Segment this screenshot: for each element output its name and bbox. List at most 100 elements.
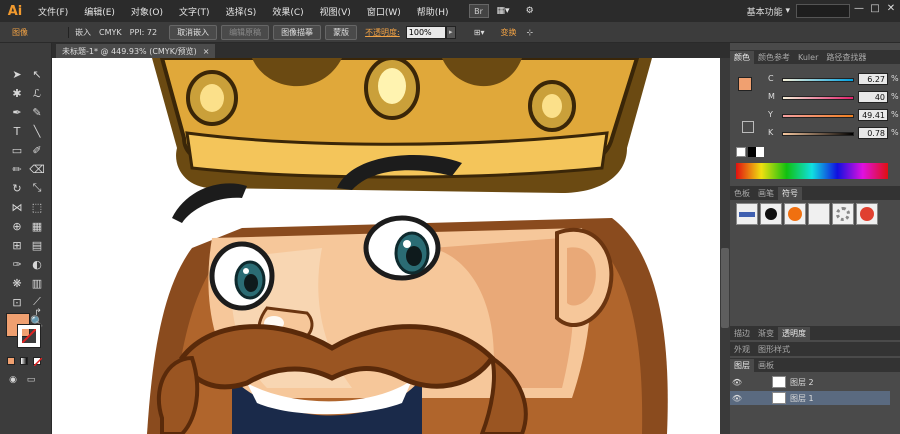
- layer-row[interactable]: 👁 图层 1: [730, 391, 890, 405]
- search-input[interactable]: [796, 4, 850, 18]
- eye-icon[interactable]: 👁: [730, 394, 744, 403]
- tab-swatches[interactable]: 色板: [730, 187, 754, 200]
- maximize-button[interactable]: □: [868, 2, 882, 16]
- none-color-button[interactable]: [736, 147, 746, 157]
- color-mode-button[interactable]: [7, 357, 15, 365]
- opacity-dropdown[interactable]: ▸: [445, 25, 456, 39]
- mesh-tool-icon[interactable]: ⊞: [8, 236, 26, 254]
- king-illustration[interactable]: [52, 58, 720, 434]
- symbol-sprayer-tool-icon[interactable]: ❋: [8, 274, 26, 292]
- tab-appearance[interactable]: 外观: [730, 343, 754, 356]
- tab-layers[interactable]: 图层: [730, 359, 754, 372]
- layer-row[interactable]: 👁 图层 2: [730, 375, 890, 389]
- menu-select[interactable]: 选择(S): [218, 0, 265, 22]
- menu-effect[interactable]: 效果(C): [264, 0, 311, 22]
- selection-tool-icon[interactable]: ➤: [8, 65, 26, 83]
- channel-c-slider[interactable]: [782, 78, 854, 82]
- image-trace-button[interactable]: 图像描摹: [273, 24, 322, 40]
- close-button[interactable]: ✕: [884, 2, 898, 16]
- symbol-splatter[interactable]: [760, 203, 782, 225]
- curvature-tool-icon[interactable]: ✎: [28, 103, 46, 121]
- bridge-button[interactable]: Br: [468, 4, 489, 18]
- swap-fill-stroke-icon[interactable]: ↱: [32, 307, 44, 319]
- paintbrush-tool-icon[interactable]: ✐: [28, 141, 46, 159]
- channel-y-slider[interactable]: [782, 114, 854, 118]
- pen-tool-icon[interactable]: ✒: [8, 103, 26, 121]
- menu-edit[interactable]: 编辑(E): [76, 0, 123, 22]
- type-tool-icon[interactable]: T: [8, 122, 26, 140]
- close-tab-button[interactable]: ×: [203, 47, 210, 56]
- unembed-button[interactable]: 取消嵌入: [169, 24, 218, 40]
- stroke-swatch[interactable]: [17, 324, 41, 348]
- shape-builder-tool-icon[interactable]: ⊕: [8, 217, 26, 235]
- tab-brushes[interactable]: 画笔: [754, 187, 778, 200]
- scale-tool-icon[interactable]: ⤡: [28, 179, 46, 197]
- channel-m-slider[interactable]: [782, 96, 854, 100]
- channel-m-value[interactable]: 40: [858, 91, 888, 103]
- workspace-switcher[interactable]: 基本功能 ▾: [747, 0, 790, 22]
- tab-kuler[interactable]: Kuler: [794, 51, 822, 64]
- menu-window[interactable]: 窗口(W): [359, 0, 409, 22]
- canvas-vertical-scrollbar[interactable]: [720, 58, 730, 434]
- gradient-tool-icon[interactable]: ▤: [28, 236, 46, 254]
- channel-y-value[interactable]: 49.41: [858, 109, 888, 121]
- channel-k-slider[interactable]: [782, 132, 854, 136]
- align-icon[interactable]: ⊞▾: [470, 28, 489, 37]
- gpu-icon[interactable]: ⚙: [518, 0, 542, 22]
- channel-k-value[interactable]: 0.78: [858, 127, 888, 139]
- color-panel-fill-swatch[interactable]: [738, 77, 752, 91]
- tab-color-guide[interactable]: 颜色参考: [754, 51, 794, 64]
- artboard-tool-icon[interactable]: ⊡: [8, 293, 26, 311]
- symbol-ring[interactable]: [832, 203, 854, 225]
- opacity-label[interactable]: 不透明度:: [359, 27, 406, 38]
- eraser-tool-icon[interactable]: ⌫: [28, 160, 46, 178]
- tab-transparency[interactable]: 透明度: [778, 327, 810, 340]
- rectangle-tool-icon[interactable]: ▭: [8, 141, 26, 159]
- symbol-bracket[interactable]: [808, 203, 830, 225]
- tab-pathfinder[interactable]: 路径查找器: [822, 51, 870, 64]
- tab-color[interactable]: 颜色: [730, 51, 754, 64]
- eye-icon[interactable]: 👁: [730, 378, 744, 387]
- white-color-button[interactable]: [756, 147, 764, 157]
- layer-name[interactable]: 图层 1: [790, 393, 814, 404]
- screen-mode-icon[interactable]: ▭: [22, 373, 40, 387]
- channel-c-value[interactable]: 6.27: [858, 73, 888, 85]
- free-transform-tool-icon[interactable]: ⬚: [28, 198, 46, 216]
- scrollbar-thumb[interactable]: [721, 248, 729, 328]
- magic-wand-tool-icon[interactable]: ✱: [8, 84, 26, 102]
- width-tool-icon[interactable]: ⋈: [8, 198, 26, 216]
- menu-help[interactable]: 帮助(H): [409, 0, 457, 22]
- transform-label[interactable]: 变换: [494, 27, 522, 38]
- blend-tool-icon[interactable]: ◐: [28, 255, 46, 273]
- symbol-blue-bar[interactable]: [736, 203, 758, 225]
- tab-symbols[interactable]: 符号: [778, 187, 802, 200]
- document-tab[interactable]: 未标题-1* @ 449.93% (CMYK/预览) ×: [56, 44, 216, 58]
- eyedropper-tool-icon[interactable]: ✑: [8, 255, 26, 273]
- direct-selection-tool-icon[interactable]: ↖: [28, 65, 46, 83]
- menu-type[interactable]: 文字(T): [171, 0, 218, 22]
- menu-file[interactable]: 文件(F): [30, 0, 76, 22]
- gradient-mode-button[interactable]: [20, 357, 28, 365]
- layer-name[interactable]: 图层 2: [790, 377, 814, 388]
- tab-artboards[interactable]: 画板: [754, 359, 778, 372]
- arrange-documents-icon[interactable]: ▦▾: [489, 0, 518, 22]
- perspective-grid-tool-icon[interactable]: ▦: [28, 217, 46, 235]
- edit-original-button[interactable]: 编辑原稿: [221, 24, 270, 40]
- color-spectrum[interactable]: [736, 163, 888, 179]
- tab-graphic-styles[interactable]: 图形样式: [754, 343, 794, 356]
- draw-mode-icon[interactable]: ◉: [6, 373, 20, 387]
- black-color-button[interactable]: [748, 147, 756, 157]
- graph-tool-icon[interactable]: ▥: [28, 274, 46, 292]
- rotate-tool-icon[interactable]: ↻: [8, 179, 26, 197]
- artboard-canvas[interactable]: [52, 58, 720, 434]
- line-tool-icon[interactable]: ╲: [28, 122, 46, 140]
- menu-object[interactable]: 对象(O): [123, 0, 171, 22]
- isolate-icon[interactable]: ⊹: [522, 28, 537, 37]
- tab-gradient[interactable]: 渐变: [754, 327, 778, 340]
- pencil-tool-icon[interactable]: ✏: [8, 160, 26, 178]
- lasso-tool-icon[interactable]: ℒ: [28, 84, 46, 102]
- symbol-flower[interactable]: [856, 203, 878, 225]
- minimize-button[interactable]: —: [852, 2, 866, 16]
- opacity-field[interactable]: 100%: [405, 25, 446, 39]
- none-mode-button[interactable]: [33, 357, 42, 366]
